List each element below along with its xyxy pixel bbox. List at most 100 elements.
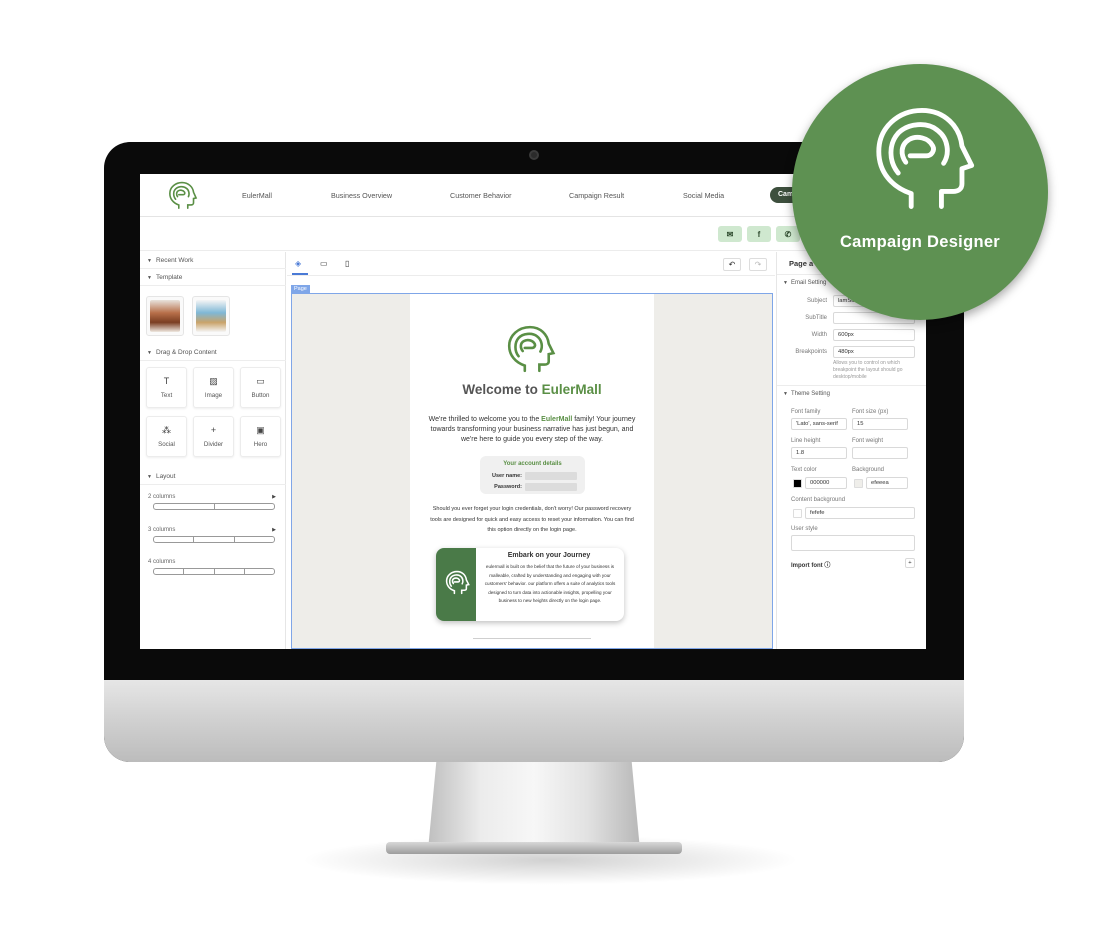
user-style-label: User style bbox=[791, 526, 818, 532]
tool-image[interactable]: ▨ Image bbox=[193, 367, 234, 408]
divider-icon: + bbox=[210, 425, 217, 435]
font-weight-input[interactable] bbox=[852, 447, 908, 459]
username-label: User name: bbox=[492, 473, 522, 479]
recovery-text: Should you ever forget your login creden… bbox=[430, 506, 634, 533]
hero-icon: ▣ bbox=[256, 425, 265, 435]
caret-right-icon: ▶ bbox=[272, 527, 276, 533]
background-swatch[interactable] bbox=[854, 479, 863, 488]
section-template[interactable]: ▼ Template bbox=[140, 269, 286, 286]
facebook-share-button[interactable]: f bbox=[747, 226, 771, 242]
campaign-designer-badge: Campaign Designer bbox=[792, 64, 1048, 320]
layout-3-columns[interactable]: 3 columns ▶ bbox=[148, 527, 278, 543]
plus-icon: + bbox=[908, 560, 912, 566]
email-intro: We're thrilled to welcome you to the Eul… bbox=[424, 415, 640, 445]
line-height-input[interactable]: 1.8 bbox=[791, 447, 847, 459]
subject-label: Subject bbox=[806, 298, 827, 304]
background-label: Background bbox=[852, 467, 885, 473]
content-bg-input[interactable]: fefefe bbox=[805, 507, 915, 519]
active-tab-indicator bbox=[292, 273, 308, 275]
add-font-button[interactable]: + bbox=[905, 558, 915, 568]
font-family-label: Font family bbox=[791, 409, 821, 415]
mail-icon: ✉ bbox=[726, 229, 734, 239]
account-title: Your account details bbox=[503, 461, 562, 467]
undo-button[interactable]: ↶ bbox=[723, 258, 741, 271]
page-frame[interactable]: Welcome to EulerMall We're thrilled to w… bbox=[291, 293, 773, 649]
eulermall-logo-icon bbox=[445, 570, 470, 595]
journey-card-side bbox=[436, 548, 476, 621]
import-font-text: Import font bbox=[791, 563, 823, 569]
username-value bbox=[525, 472, 577, 480]
tool-label: Social bbox=[158, 441, 175, 448]
tool-text[interactable]: T Text bbox=[146, 367, 187, 408]
undo-icon: ↶ bbox=[728, 260, 736, 269]
editor-canvas: ◈ ▭ ▯ ↶ ↷ Page Welcome to EulerMall We'r… bbox=[287, 252, 775, 649]
layout-2-columns[interactable]: 2 columns ▶ bbox=[148, 494, 278, 510]
button-icon: ▭ bbox=[256, 376, 265, 386]
intro-brand: EulerMall bbox=[541, 416, 573, 423]
breakpoints-label: Breakpoints bbox=[795, 349, 827, 355]
text-color-label: Text color bbox=[791, 467, 817, 473]
desktop-icon[interactable]: ▭ bbox=[320, 259, 328, 268]
font-size-input[interactable]: 15 bbox=[852, 418, 908, 430]
tool-social[interactable]: ⁂ Social bbox=[146, 416, 187, 457]
template-thumbnail[interactable] bbox=[192, 296, 230, 336]
account-details-box: Your account details User name: Password… bbox=[480, 456, 585, 494]
import-font-label: Import font ⓘ bbox=[791, 560, 830, 569]
tool-divider[interactable]: + Divider bbox=[193, 416, 234, 457]
layout-preview bbox=[153, 503, 275, 510]
text-color-swatch[interactable] bbox=[793, 479, 802, 488]
section-drag-drop[interactable]: ▼ Drag & Drop Content bbox=[140, 344, 286, 361]
section-label: Theme Setting bbox=[790, 391, 830, 397]
section-label: Drag & Drop Content bbox=[155, 349, 217, 356]
width-label: Width bbox=[811, 332, 827, 338]
section-theme-setting[interactable]: ▼ Theme Setting bbox=[777, 391, 926, 397]
tool-label: Hero bbox=[253, 441, 268, 448]
monitor-stand bbox=[428, 760, 640, 850]
layout-label: 4 columns bbox=[148, 559, 176, 565]
nav-item-campaign-result[interactable]: Campaign Result bbox=[569, 191, 624, 200]
section-recent-work[interactable]: ▼ Recent Work bbox=[140, 252, 286, 269]
text-color-input[interactable]: 000000 bbox=[805, 477, 847, 489]
canvas-toolbar: ◈ ▭ ▯ ↶ ↷ bbox=[287, 252, 775, 276]
layout-4-columns[interactable]: 4 columns bbox=[148, 559, 278, 575]
caret-right-icon: ▶ bbox=[272, 494, 276, 500]
content-bg-swatch[interactable] bbox=[793, 509, 802, 518]
section-layout[interactable]: ▼ Layout bbox=[140, 468, 286, 485]
mail-share-button[interactable]: ✉ bbox=[718, 226, 742, 242]
template-thumbnail[interactable] bbox=[146, 296, 184, 336]
divider-line bbox=[473, 638, 591, 639]
camera-icon bbox=[529, 150, 539, 160]
nav-item-eulermall[interactable]: EulerMall bbox=[242, 191, 272, 200]
layers-icon[interactable]: ◈ bbox=[295, 259, 301, 268]
mobile-icon[interactable]: ▯ bbox=[345, 259, 349, 268]
font-weight-label: Font weight bbox=[852, 438, 884, 444]
caret-icon: ▼ bbox=[147, 258, 152, 264]
tool-label: Text bbox=[160, 392, 173, 399]
section-label: Layout bbox=[155, 473, 176, 480]
welcome-brand: EulerMall bbox=[541, 382, 602, 397]
caret-icon: ▼ bbox=[147, 275, 152, 281]
tool-button[interactable]: ▭ Button bbox=[240, 367, 281, 408]
layout-preview bbox=[153, 568, 275, 575]
nav-item-social-media[interactable]: Social Media bbox=[683, 191, 724, 200]
font-family-input[interactable]: 'Lato', sans-serif bbox=[791, 418, 847, 430]
caret-icon: ▼ bbox=[783, 391, 788, 397]
redo-button[interactable]: ↷ bbox=[749, 258, 767, 271]
panel-title: Page a bbox=[789, 259, 814, 268]
text-icon: T bbox=[163, 376, 170, 386]
subtitle-label: SubTitle bbox=[805, 315, 827, 321]
whatsapp-icon: ✆ bbox=[784, 229, 792, 239]
facebook-icon: f bbox=[757, 229, 761, 239]
user-style-textarea[interactable] bbox=[791, 535, 915, 551]
caret-icon: ▼ bbox=[147, 350, 152, 356]
password-value bbox=[525, 483, 577, 491]
background-input[interactable]: efeeea bbox=[866, 477, 908, 489]
breakpoints-help: Allows you to control on which breakpoin… bbox=[833, 360, 903, 380]
nav-item-business-overview[interactable]: Business Overview bbox=[331, 191, 392, 200]
layout-preview bbox=[153, 536, 275, 543]
width-input[interactable]: 600px bbox=[833, 329, 915, 341]
eulermall-logo-icon[interactable] bbox=[166, 180, 198, 212]
nav-item-customer-behavior[interactable]: Customer Behavior bbox=[450, 191, 512, 200]
breakpoints-input[interactable]: 480px bbox=[833, 346, 915, 358]
tool-hero[interactable]: ▣ Hero bbox=[240, 416, 281, 457]
